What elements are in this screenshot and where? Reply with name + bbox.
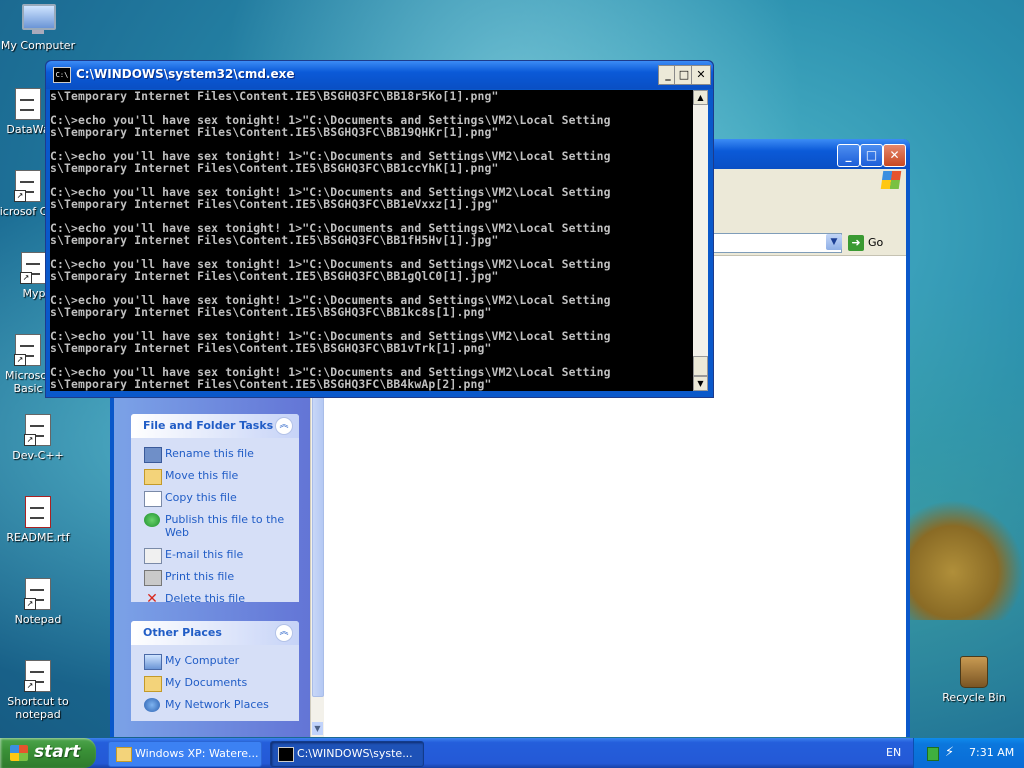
rtf-document-icon — [22, 496, 54, 528]
close-button[interactable]: ✕ — [691, 65, 711, 85]
dev-cpp-shortcut-icon: ↗ — [22, 414, 54, 446]
desktop-icon-recycle-bin[interactable]: Recycle Bin — [934, 656, 1014, 704]
language-indicator[interactable]: EN — [886, 746, 901, 759]
folder-window-icon — [116, 747, 132, 762]
task-publish-file[interactable]: Publish this file to the Web — [131, 510, 299, 542]
maximize-button[interactable]: □ — [860, 144, 883, 167]
collapse-icon[interactable]: ︽ — [275, 624, 293, 642]
console-line: s\Temporary Internet Files\Content.IE5\B… — [50, 125, 499, 139]
console-line: s\Temporary Internet Files\Content.IE5\B… — [50, 305, 492, 319]
wallpaper-starfish — [905, 500, 1024, 620]
panel-title: Other Places — [143, 626, 222, 639]
move-icon — [144, 469, 162, 485]
windows-logo-icon — [10, 745, 28, 761]
rename-icon — [144, 447, 162, 463]
email-icon — [144, 548, 162, 564]
microsoft-cpp-shortcut-icon: ↗ — [12, 170, 44, 202]
recycle-bin-icon — [958, 656, 990, 688]
console-line: s\Temporary Internet Files\Content.IE5\B… — [50, 341, 492, 355]
scroll-down-icon[interactable]: ▼ — [312, 722, 323, 735]
clock[interactable]: 7:31 AM — [969, 746, 1014, 759]
console-line: s\Temporary Internet Files\Content.IE5\B… — [50, 269, 499, 283]
notepad-shortcut-icon: ↗ — [22, 578, 54, 610]
desktop-icon-readme[interactable]: README.rtf — [0, 496, 78, 544]
other-places-panel: Other Places ︽ My Computer My Documents … — [131, 621, 299, 721]
panel-title: File and Folder Tasks — [143, 419, 274, 432]
task-print-file[interactable]: Print this file — [131, 567, 299, 586]
microsoft-basic-shortcut-icon: ↗ — [12, 334, 44, 366]
desktop-icon-label: README.rtf — [6, 531, 70, 544]
desktop-icon-label: Notepad — [14, 613, 62, 626]
task-email-file[interactable]: E-mail this file — [131, 545, 299, 564]
start-label: start — [34, 742, 81, 762]
desktop-icon-my-computer[interactable]: My Computer — [0, 4, 78, 52]
file-and-folder-tasks-panel: File and Folder Tasks ︽ Rename this file… — [131, 414, 299, 606]
notepad-shortcut-icon: ↗ — [22, 660, 54, 692]
copy-icon — [144, 491, 162, 507]
desktop-icon-dev-cpp[interactable]: ↗ Dev-C++ — [0, 414, 78, 462]
windows-logo-icon — [880, 171, 902, 189]
scroll-down-icon[interactable]: ▼ — [693, 376, 708, 391]
console-output[interactable]: s\Temporary Internet Files\Content.IE5\B… — [50, 90, 693, 391]
console-line: s\Temporary Internet Files\Content.IE5\B… — [50, 233, 499, 247]
console-line: s\Temporary Internet Files\Content.IE5\B… — [50, 377, 492, 391]
taskbar-button-cmd[interactable]: C:\WINDOWS\syste... — [270, 741, 424, 767]
taskbar: start Windows XP: Watere... C:\WINDOWS\s… — [0, 738, 1024, 768]
console-line: s\Temporary Internet Files\Content.IE5\B… — [50, 197, 499, 211]
cmd-icon: C:\ — [53, 67, 71, 83]
go-arrow-icon: ➜ — [848, 235, 864, 251]
publish-web-icon — [144, 513, 160, 527]
task-copy-file[interactable]: Copy this file — [131, 488, 299, 507]
datawa-shortcut-icon — [12, 88, 44, 120]
chevron-down-icon[interactable]: ▼ — [826, 234, 842, 250]
go-button[interactable]: ➜ Go — [848, 233, 898, 253]
collapse-icon[interactable]: ︽ — [275, 417, 293, 435]
console-line: s\Temporary Internet Files\Content.IE5\B… — [50, 90, 499, 103]
desktop-icon-label: Shortcut to notepad — [7, 695, 69, 721]
task-delete-file[interactable]: ✕ Delete this file — [131, 589, 299, 608]
minimize-button[interactable]: _ — [837, 144, 860, 167]
panel-header[interactable]: File and Folder Tasks ︽ — [131, 414, 299, 438]
place-my-network-places[interactable]: My Network Places — [131, 695, 299, 714]
cmd-title-bar[interactable]: C:\ C:\WINDOWS\system32\cmd.exe _ □ ✕ — [46, 61, 713, 89]
panel-header[interactable]: Other Places ︽ — [131, 621, 299, 645]
place-my-computer[interactable]: My Computer — [131, 651, 299, 670]
my-documents-icon — [144, 676, 162, 692]
my-computer-icon — [22, 4, 56, 36]
cmd-window-title: C:\WINDOWS\system32\cmd.exe — [76, 67, 295, 81]
print-icon — [144, 570, 162, 586]
desktop-icon-label: Recycle Bin — [942, 691, 1006, 704]
start-button[interactable]: start — [0, 738, 96, 768]
desktop-icon-label: My Computer — [0, 39, 76, 52]
task-rename-file[interactable]: Rename this file — [131, 444, 299, 463]
tray-app-icon[interactable] — [927, 747, 939, 761]
place-my-documents[interactable]: My Documents — [131, 673, 299, 692]
cmd-window[interactable]: C:\ C:\WINDOWS\system32\cmd.exe _ □ ✕ s\… — [45, 60, 714, 398]
task-move-file[interactable]: Move this file — [131, 466, 299, 485]
delete-icon: ✕ — [146, 591, 158, 607]
scroll-up-icon[interactable]: ▲ — [693, 90, 708, 105]
desktop-icon-shortcut-to-notepad[interactable]: ↗ Shortcut to notepad — [0, 660, 78, 721]
console-scrollbar[interactable]: ▲ ▼ — [693, 90, 708, 391]
system-tray: ⚡ 7:31 AM — [913, 738, 1024, 768]
my-network-places-icon — [144, 698, 160, 712]
scrollbar-thumb[interactable] — [693, 356, 708, 376]
desktop-icon-notepad[interactable]: ↗ Notepad — [0, 578, 78, 626]
network-icon[interactable]: ⚡ — [945, 745, 954, 760]
cmd-icon — [278, 747, 294, 762]
desktop-icon-label: Dev-C++ — [12, 449, 64, 462]
console-line: s\Temporary Internet Files\Content.IE5\B… — [50, 161, 499, 175]
taskbar-button-explorer[interactable]: Windows XP: Watere... — [108, 741, 262, 767]
my-computer-icon — [144, 654, 162, 670]
close-button[interactable]: ✕ — [883, 144, 906, 167]
